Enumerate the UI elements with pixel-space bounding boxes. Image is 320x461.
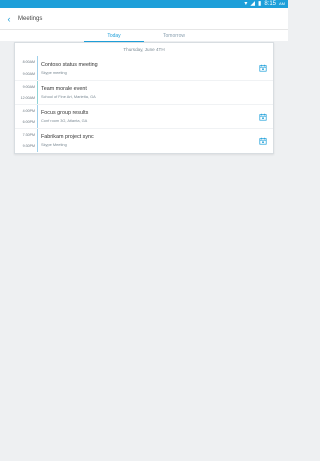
calendar-icon[interactable]: [259, 64, 267, 72]
tab-tomorrow[interactable]: Tomorrow: [144, 30, 204, 42]
meeting-item[interactable]: 9:00AM 12:00AM Team morale event School …: [15, 80, 273, 104]
start-time: 4:00PM: [22, 109, 35, 113]
meeting-times: 7:30PM 9:30PM: [15, 129, 37, 152]
meeting-title: Contoso status meeting: [41, 61, 98, 68]
meeting-details: Fabrikam project sync Skype Meeting: [41, 129, 273, 152]
meeting-bar: [37, 129, 38, 152]
start-time: 7:30PM: [22, 133, 35, 137]
start-time: 9:00AM: [22, 85, 35, 89]
end-time: 9:00AM: [22, 72, 35, 76]
meeting-item[interactable]: 8:00AM 9:00AM Contoso status meeting Sky…: [15, 56, 273, 80]
end-time: 12:00AM: [20, 96, 35, 100]
page-title: Meetings: [18, 15, 43, 22]
meeting-bar: [37, 81, 38, 104]
meeting-title: Focus group results: [41, 110, 89, 116]
status-time: 8:15: [264, 1, 276, 7]
meeting-title: Fabrikam project sync: [41, 134, 94, 140]
battery-icon: ▮: [258, 1, 262, 7]
meeting-details: Focus group results Conf room 3G, Atlant…: [41, 105, 273, 128]
wifi-icon: ▾: [244, 1, 248, 7]
app-bar: ‹ Meetings: [0, 8, 288, 29]
start-time: 8:00AM: [22, 60, 35, 64]
calendar-icon[interactable]: [259, 137, 267, 145]
meeting-times: 4:00PM 6:00PM: [15, 105, 37, 128]
meeting-location: Skype Meeting: [41, 142, 67, 147]
meetings-card: Thursday, June 4TH 8:00AM 9:00AM Contoso…: [14, 42, 274, 154]
meeting-times: 8:00AM 9:00AM: [15, 56, 37, 80]
meeting-title: Team morale event: [41, 86, 87, 92]
meeting-item[interactable]: 4:00PM 6:00PM Focus group results Conf r…: [15, 104, 273, 128]
status-am-pm: AM: [279, 1, 285, 6]
meeting-details: Contoso status meeting Skype meeting: [41, 56, 273, 80]
meeting-times: 9:00AM 12:00AM: [15, 81, 37, 104]
status-bar: ▾ ◢ ▮ 8:15 AM: [0, 0, 288, 8]
meeting-item[interactable]: 7:30PM 9:30PM Fabrikam project sync Skyp…: [15, 128, 273, 152]
meeting-location: School of Fine Art, Marietta, GA: [41, 94, 96, 99]
meeting-bar: [37, 105, 38, 128]
calendar-icon[interactable]: [259, 113, 267, 121]
day-header: Thursday, June 4TH: [123, 47, 165, 52]
tab-today[interactable]: Today: [84, 30, 144, 42]
chevron-left-icon: ‹: [7, 13, 11, 24]
back-button[interactable]: ‹: [0, 8, 18, 29]
day-tabs: Today Tomorrow: [0, 29, 288, 42]
meeting-bar: [37, 56, 38, 80]
end-time: 6:00PM: [22, 120, 35, 124]
meeting-location: Skype meeting: [41, 69, 67, 75]
end-time: 9:30PM: [22, 144, 35, 148]
signal-icon: ◢: [250, 1, 255, 7]
meeting-location: Conf room 3G, Atlanta, GA: [41, 118, 88, 123]
meeting-details: Team morale event School of Fine Art, Ma…: [41, 81, 273, 104]
